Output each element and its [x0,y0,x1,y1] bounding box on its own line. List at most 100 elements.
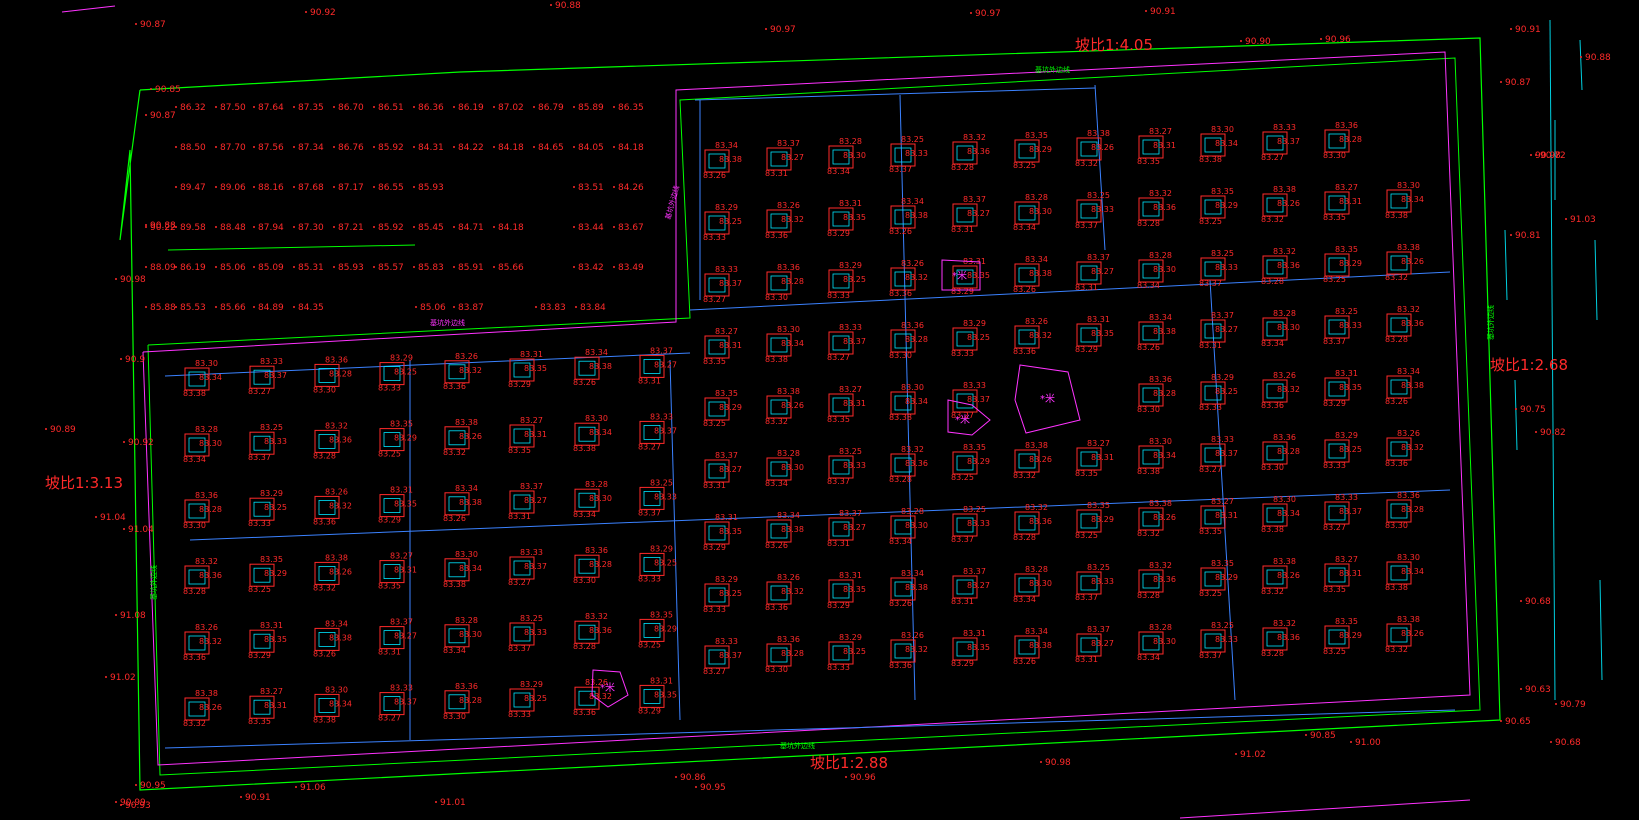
pad-elevation-label: 83.37 [951,535,974,544]
pad-elevation-label: 83.38 [1401,381,1424,390]
pad-elevation-label: 83.33 [1339,321,1362,330]
pad-elevation-label: 83.27 [1335,183,1358,192]
pad-elevation-label: 83.38 [1261,525,1284,534]
pad-elevation-label: 83.25 [378,450,401,459]
elevation-point [295,786,297,788]
terrain-elevation-label: 84.35 [298,303,324,313]
elevation-point [293,106,295,108]
terrain-elevation-label: 87.30 [298,223,324,233]
pad-elevation-label: 83.26 [199,703,222,712]
elevation-point [373,266,375,268]
pad-elevation-label: 83.33 [524,628,547,637]
pad-elevation-label: 83.37 [1087,253,1110,262]
elevation-point [575,306,577,308]
terrain-elevation-label: 85.53 [180,303,206,313]
pad-elevation-label: 83.35 [827,415,850,424]
elevation-point [453,226,455,228]
pad-elevation-label: 83.33 [378,384,401,393]
pad-elevation-label: 83.31 [390,486,413,495]
pad-elevation-label: 83.25 [703,419,726,428]
bottom-edge-mark [1179,799,1471,819]
terrain-elevation-label: 85.57 [378,263,404,273]
pad-elevation-label: 83.35 [1087,501,1110,510]
pad-elevation-label: 83.25 [1211,621,1234,630]
elevation-point [413,226,415,228]
pad-elevation-label: 83.38 [443,580,466,589]
pad-elevation-label: 83.32 [1149,189,1172,198]
elevation-point [373,146,375,148]
pad-elevation-label: 83.29 [264,569,287,578]
terrain-elevation-label: 83.44 [578,223,604,233]
terrain-elevation-label: 87.94 [258,223,284,233]
pad-elevation-label: 83.30 [1261,463,1284,472]
pad-elevation-label: 83.37 [967,395,990,404]
elevation-point [253,226,255,228]
pad-elevation-label: 83.25 [1013,161,1036,170]
pad-elevation-label: 83.25 [1215,387,1238,396]
terrain-elevation-label: 88.50 [180,143,206,153]
pad-elevation-label: 83.26 [459,432,482,441]
pad-elevation-label: 83.33 [1335,493,1358,502]
pad-elevation-label: 83.34 [1013,595,1036,604]
pad-elevation-label: 83.25 [638,640,661,649]
pad-elevation-label: 83.34 [901,197,924,206]
elevation-point [333,146,335,148]
pad-elevation-label: 83.30 [585,414,608,423]
pad-elevation-label: 83.26 [1029,455,1052,464]
pad-elevation-label: 83.27 [1211,497,1234,506]
terrain-elevation-label: 85.91 [458,263,484,273]
pad-elevation-label: 83.29 [1091,515,1114,524]
pad-elevation-label: 83.26 [703,171,726,180]
boundary-elevation-label: 90.79 [1560,700,1586,710]
pad-elevation-label: 83.32 [1401,443,1424,452]
pad-elevation-label: 83.32 [183,719,206,728]
pad-elevation-label: 83.35 [524,364,547,373]
pad-elevation-label: 83.33 [703,233,726,242]
pad-elevation-label: 83.32 [963,133,986,142]
terrain-elevation-label: 85.06 [220,263,246,273]
boundary-elevation-label: 91.02 [1240,750,1266,760]
slope-label-right: 坡比1:2.68 [1490,356,1568,374]
pad-elevation-label: 83.27 [260,687,283,696]
pad-elevation-label: 83.32 [1397,305,1420,314]
pad-elevation-label: 83.28 [585,480,608,489]
terrain-elevation-label: 85.06 [420,303,446,313]
pad-elevation-label: 83.36 [1029,517,1052,526]
pad-elevation-label: 83.26 [329,567,352,576]
pad-elevation-label: 83.33 [520,548,543,557]
pad-elevation-label: 83.35 [1137,157,1160,166]
pad-elevation-label: 83.36 [1013,347,1036,356]
boundary-elevation-label: 90.68 [1555,738,1581,748]
pad-elevation-label: 83.35 [378,582,401,591]
pad-elevation-label: 83.27 [1323,523,1346,532]
terrain-elevation-label: 85.92 [378,143,404,153]
elevation-point [145,266,147,268]
elevation-point [1500,81,1502,83]
pad-elevation-label: 83.32 [1385,273,1408,282]
boundary-elevation-label: 90.88 [1585,53,1611,63]
pad-elevation-label: 83.29 [1215,201,1238,210]
cad-drawing-canvas[interactable]: 83.30 83.34 83.38 83.33 83.37 83.27 83.36 83.28… [0,0,1639,820]
elevation-point [253,106,255,108]
pad-elevation-label: 83.38 [1273,185,1296,194]
pad-elevation-label: 83.34 [1153,451,1176,460]
pad-elevation-label: 83.26 [889,227,912,236]
pad-elevation-label: 83.32 [443,448,466,457]
pad-elevation-label: 83.25 [1323,647,1346,656]
pad-elevation-label: 83.35 [260,555,283,564]
pad-elevation-label: 83.35 [967,643,990,652]
boundary-elevation-label: 90.87 [150,111,176,121]
pad-elevation-label: 83.27 [839,385,862,394]
slope-label-top: 坡比1:4.05 [1075,36,1153,54]
elevation-point [533,146,535,148]
pad-elevation-label: 83.34 [1137,281,1160,290]
pad-elevation-label: 83.27 [703,295,726,304]
pad-elevation-label: 83.32 [1029,331,1052,340]
elevation-point [573,146,575,148]
pad-elevation-label: 83.29 [1215,573,1238,582]
pad-elevation-label: 83.25 [967,333,990,342]
elevation-point [253,306,255,308]
green-label: 基坑外边线 [1035,65,1070,74]
elevation-point [1305,734,1307,736]
pad-elevation-label: 83.29 [1323,399,1346,408]
